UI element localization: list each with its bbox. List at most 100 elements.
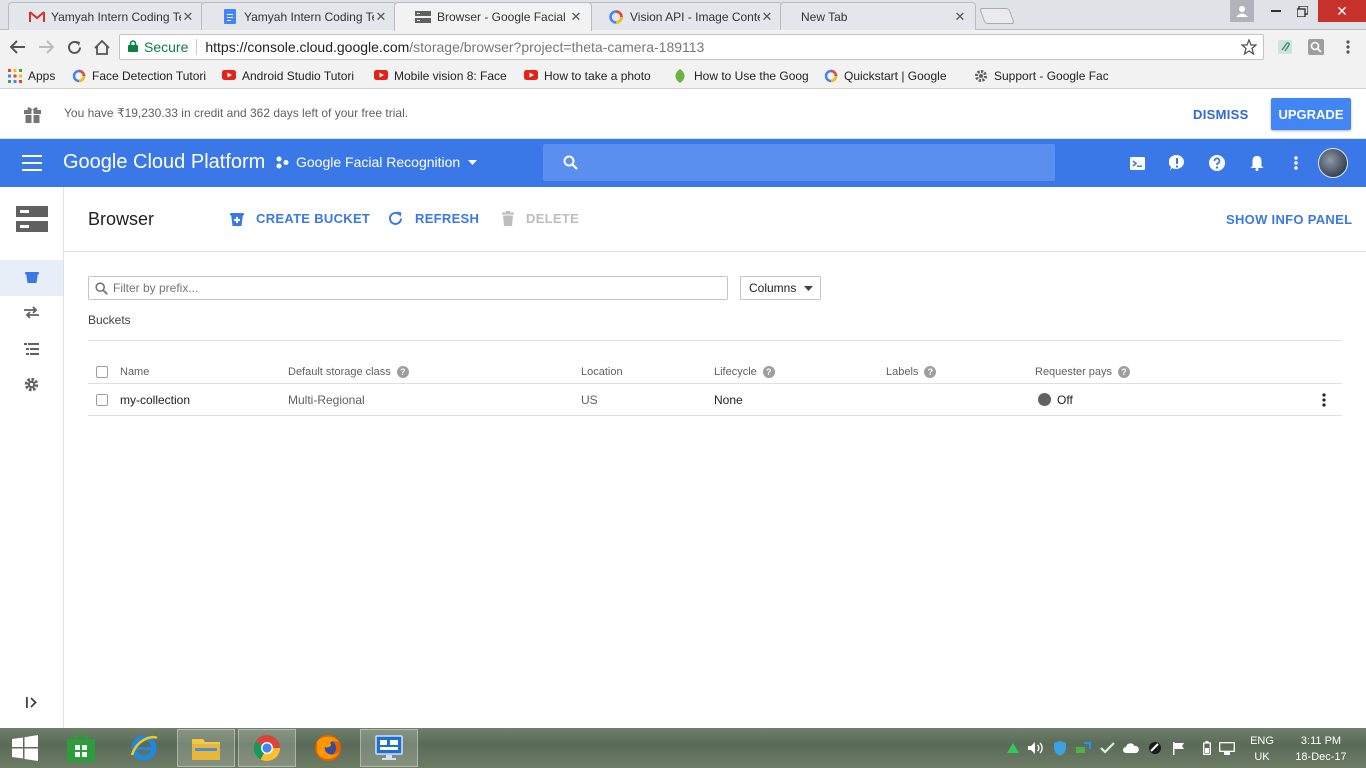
expand-nav-icon[interactable] — [0, 684, 63, 720]
delete-button[interactable]: DELETE — [502, 211, 579, 226]
forward-icon[interactable] — [34, 35, 58, 59]
home-icon[interactable] — [90, 35, 114, 59]
add-bucket-icon — [230, 211, 250, 226]
nav-transfer[interactable] — [0, 296, 63, 332]
docs-icon — [222, 9, 238, 25]
address-bar[interactable]: Secure https://console.cloud.google.com … — [119, 34, 1264, 60]
tab-docs[interactable]: Yamyah Intern Coding Te ✕ — [201, 2, 397, 30]
onedrive-icon[interactable] — [1122, 740, 1140, 756]
table-row[interactable]: my-collection Multi-Regional US None Off — [88, 384, 1342, 416]
menu-icon[interactable] — [22, 155, 42, 171]
help-icon[interactable]: ? — [924, 365, 937, 378]
system-clock[interactable]: 3:11 PM 18-Dec-17 — [1286, 733, 1356, 765]
network-icon[interactable] — [1218, 740, 1236, 756]
back-icon[interactable] — [6, 35, 30, 59]
gcp-title[interactable]: Google Cloud Platform — [63, 151, 265, 174]
column-header-location[interactable]: Location — [581, 360, 623, 383]
dropdown-arrow-icon — [804, 285, 814, 291]
reload-icon[interactable] — [62, 35, 86, 59]
list-icon — [24, 342, 39, 358]
storage-product-icon[interactable] — [0, 201, 63, 237]
close-window-icon[interactable]: ✕ — [1318, 0, 1366, 22]
more-options-icon[interactable] — [1285, 152, 1307, 174]
bookmark-how-to-use[interactable]: How to Use the Goog — [674, 65, 816, 87]
chrome-menu-icon[interactable] — [1336, 35, 1360, 59]
requester-pays-status[interactable]: Off — [1038, 384, 1073, 415]
action-center-flag-icon[interactable] — [1170, 740, 1188, 756]
column-header-labels[interactable]: Labels ? — [886, 360, 937, 383]
tab-close-icon[interactable]: ✕ — [569, 9, 583, 25]
filter-by-prefix-input[interactable]: Filter by prefix... — [88, 276, 728, 300]
project-dots-icon — [276, 156, 289, 169]
remote-desktop-icon[interactable] — [360, 729, 418, 767]
bookmark-face-detection[interactable]: Face Detection Tutori — [72, 65, 214, 87]
nav-browser[interactable] — [0, 260, 63, 296]
file-explorer-icon[interactable] — [177, 729, 235, 767]
tab-storage-browser[interactable]: Browser - Google Facial ✕ — [394, 2, 592, 31]
internet-explorer-icon[interactable] — [115, 729, 173, 767]
column-header-storage-class[interactable]: Default storage class ? — [288, 360, 409, 383]
columns-dropdown[interactable]: Columns — [740, 276, 821, 300]
create-bucket-button[interactable]: CREATE BUCKET — [230, 211, 370, 226]
cloud-shell-icon[interactable] — [1126, 152, 1148, 174]
gcp-header-bar: Google Cloud Platform Google Facial Reco… — [0, 139, 1366, 187]
dismiss-button[interactable]: DISMISS — [1193, 107, 1249, 127]
tab-close-icon[interactable]: ✕ — [953, 9, 967, 25]
column-header-label: Default storage class — [288, 365, 391, 378]
windows-start-icon[interactable] — [0, 729, 50, 767]
extension-clip-icon[interactable] — [1273, 35, 1297, 59]
feedback-icon[interactable] — [1166, 152, 1188, 174]
tray-up-arrow-icon[interactable] — [1004, 740, 1022, 756]
tab-gmail[interactable]: Yamyah Intern Coding Te ✕ — [8, 2, 204, 30]
row-checkbox[interactable] — [96, 384, 108, 415]
bookmark-star-icon[interactable] — [1240, 38, 1258, 58]
bookmark-android-studio[interactable]: Android Studio Tutori — [222, 65, 366, 87]
url-host: https://console.cloud.google.com — [205, 39, 410, 55]
tab-close-icon[interactable]: ✕ — [760, 9, 774, 25]
restore-icon[interactable] — [1282, 0, 1322, 22]
network-share-icon[interactable] — [1074, 740, 1092, 756]
bookmark-apps[interactable]: Apps — [8, 65, 64, 87]
bookmark-mobile-vision[interactable]: Mobile vision 8: Face — [374, 65, 516, 87]
help-icon[interactable] — [1206, 152, 1228, 174]
bookmark-label: Apps — [28, 68, 56, 83]
shield-icon[interactable] — [1051, 740, 1069, 756]
project-selector[interactable]: Google Facial Recognition — [276, 154, 478, 170]
search-input[interactable] — [543, 144, 1055, 181]
select-all-checkbox[interactable] — [96, 360, 108, 383]
tab-vision-api[interactable]: Vision API - Image Conte ✕ — [587, 2, 783, 30]
bucket-name-link[interactable]: my-collection — [120, 384, 190, 415]
avatar[interactable] — [1318, 148, 1348, 178]
user-profile-icon[interactable] — [1230, 0, 1254, 22]
lifecycle-link[interactable]: None — [714, 384, 743, 415]
firefox-icon[interactable] — [299, 729, 357, 767]
store-app-icon[interactable] — [52, 729, 110, 767]
tab-close-icon[interactable]: ✕ — [374, 9, 388, 25]
bookmark-quickstart[interactable]: Quickstart | Google — [824, 65, 966, 87]
nav-settings[interactable] — [0, 368, 63, 404]
chrome-taskbar-icon[interactable] — [238, 729, 296, 767]
refresh-button[interactable]: REFRESH — [388, 211, 479, 226]
tray-app-icon[interactable] — [1146, 740, 1164, 756]
bookmark-support[interactable]: Support - Google Fac — [974, 65, 1108, 87]
nav-transfer-appliance[interactable] — [0, 332, 63, 368]
tab-new-tab[interactable]: New Tab ✕ — [780, 2, 976, 30]
upgrade-button[interactable]: UPGRADE — [1271, 98, 1351, 130]
sync-check-icon[interactable] — [1098, 740, 1116, 756]
battery-icon[interactable] — [1198, 740, 1216, 756]
show-info-panel-button[interactable]: SHOW INFO PANEL — [1226, 212, 1352, 227]
column-header-name[interactable]: Name — [120, 360, 149, 383]
help-icon[interactable]: ? — [396, 365, 409, 378]
column-header-lifecycle[interactable]: Lifecycle ? — [714, 360, 775, 383]
input-language-indicator[interactable]: ENG UK — [1248, 733, 1276, 765]
bookmark-take-photo[interactable]: How to take a photo — [524, 65, 666, 87]
volume-icon[interactable] — [1027, 740, 1045, 756]
help-icon[interactable]: ? — [1118, 365, 1131, 378]
extension-search-icon[interactable] — [1304, 35, 1328, 59]
help-icon[interactable]: ? — [762, 365, 775, 378]
row-overflow-menu-icon[interactable] — [1322, 384, 1326, 415]
notifications-icon[interactable] — [1246, 152, 1268, 174]
column-header-requester-pays[interactable]: Requester pays ? — [1035, 360, 1131, 383]
new-tab-button[interactable] — [979, 8, 1015, 24]
tab-close-icon[interactable]: ✕ — [181, 9, 195, 25]
